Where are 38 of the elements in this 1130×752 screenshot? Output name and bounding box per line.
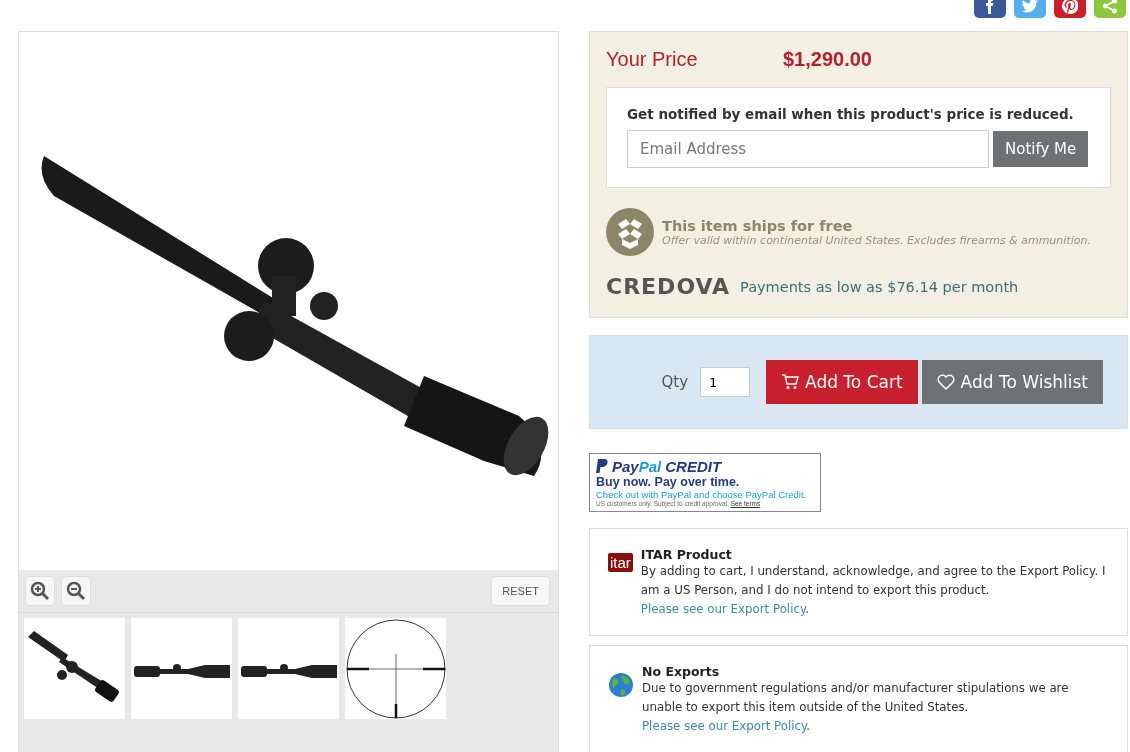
financing-text: Payments as low as $76.14 per month: [740, 278, 1019, 295]
cart-icon: [781, 374, 800, 390]
thumbnail[interactable]: [345, 618, 446, 719]
heart-icon: [936, 374, 955, 390]
notice-text: Due to government regulations and/or manufacturer stipulations we are unable to export this item outside of the United States. Please see our Export Policy.: [642, 680, 1070, 735]
banner-subline: Check out with PayPal and choose PayPal Credit.: [596, 489, 808, 500]
notify-heading: Get notified by email when this product's price is reduced.: [627, 106, 1075, 122]
zoom-out-button[interactable]: [61, 576, 91, 606]
wishlist-button[interactable]: Add To Wishlist: [921, 360, 1103, 404]
notify-button[interactable]: Notify Me: [993, 131, 1089, 167]
notice-text: By adding to cart, I understand, acknowledge, and agree to the Export Policy. I am a US Person, and I do not intend to export this product. Please see our Export Policy.: [640, 563, 1107, 618]
share-icon: [1102, 0, 1118, 14]
paypal-icon: [596, 459, 608, 474]
itar-badge: itar: [608, 553, 633, 572]
qty-label: Qty: [661, 373, 689, 391]
price-value: $1,290.00: [783, 48, 872, 71]
thumbnail[interactable]: [131, 618, 232, 719]
twitter-icon: [1022, 0, 1038, 14]
paypal-logo: PayPal CREDIT: [612, 458, 722, 475]
pinterest-icon: [1062, 0, 1078, 14]
qty-field[interactable]: 1: [700, 367, 751, 397]
box-icon: [606, 208, 654, 256]
thumbnail[interactable]: [238, 618, 339, 719]
notice-title: ITAR Product: [640, 547, 733, 562]
price-label: Your Price: [606, 48, 699, 71]
email-field[interactable]: Email Address: [627, 130, 989, 168]
thumbnail[interactable]: [24, 618, 125, 719]
add-to-cart-button[interactable]: Add To Cart: [766, 360, 918, 404]
credova-logo: CREDOVA: [606, 274, 731, 299]
notice-title: No Exports: [642, 664, 721, 679]
zoom-in-button[interactable]: [25, 576, 55, 606]
shipping-title: This item ships for free: [662, 217, 854, 234]
shipping-note: Offer valid within continental United States. Excludes firearms & ammunition.: [662, 233, 1091, 247]
banner-headline: Buy now. Pay over time.: [596, 475, 741, 489]
zoom-in-icon: [30, 581, 50, 601]
reset-button[interactable]: RESET: [491, 576, 550, 606]
zoom-out-icon: [66, 581, 86, 601]
globe-icon: [608, 672, 634, 698]
